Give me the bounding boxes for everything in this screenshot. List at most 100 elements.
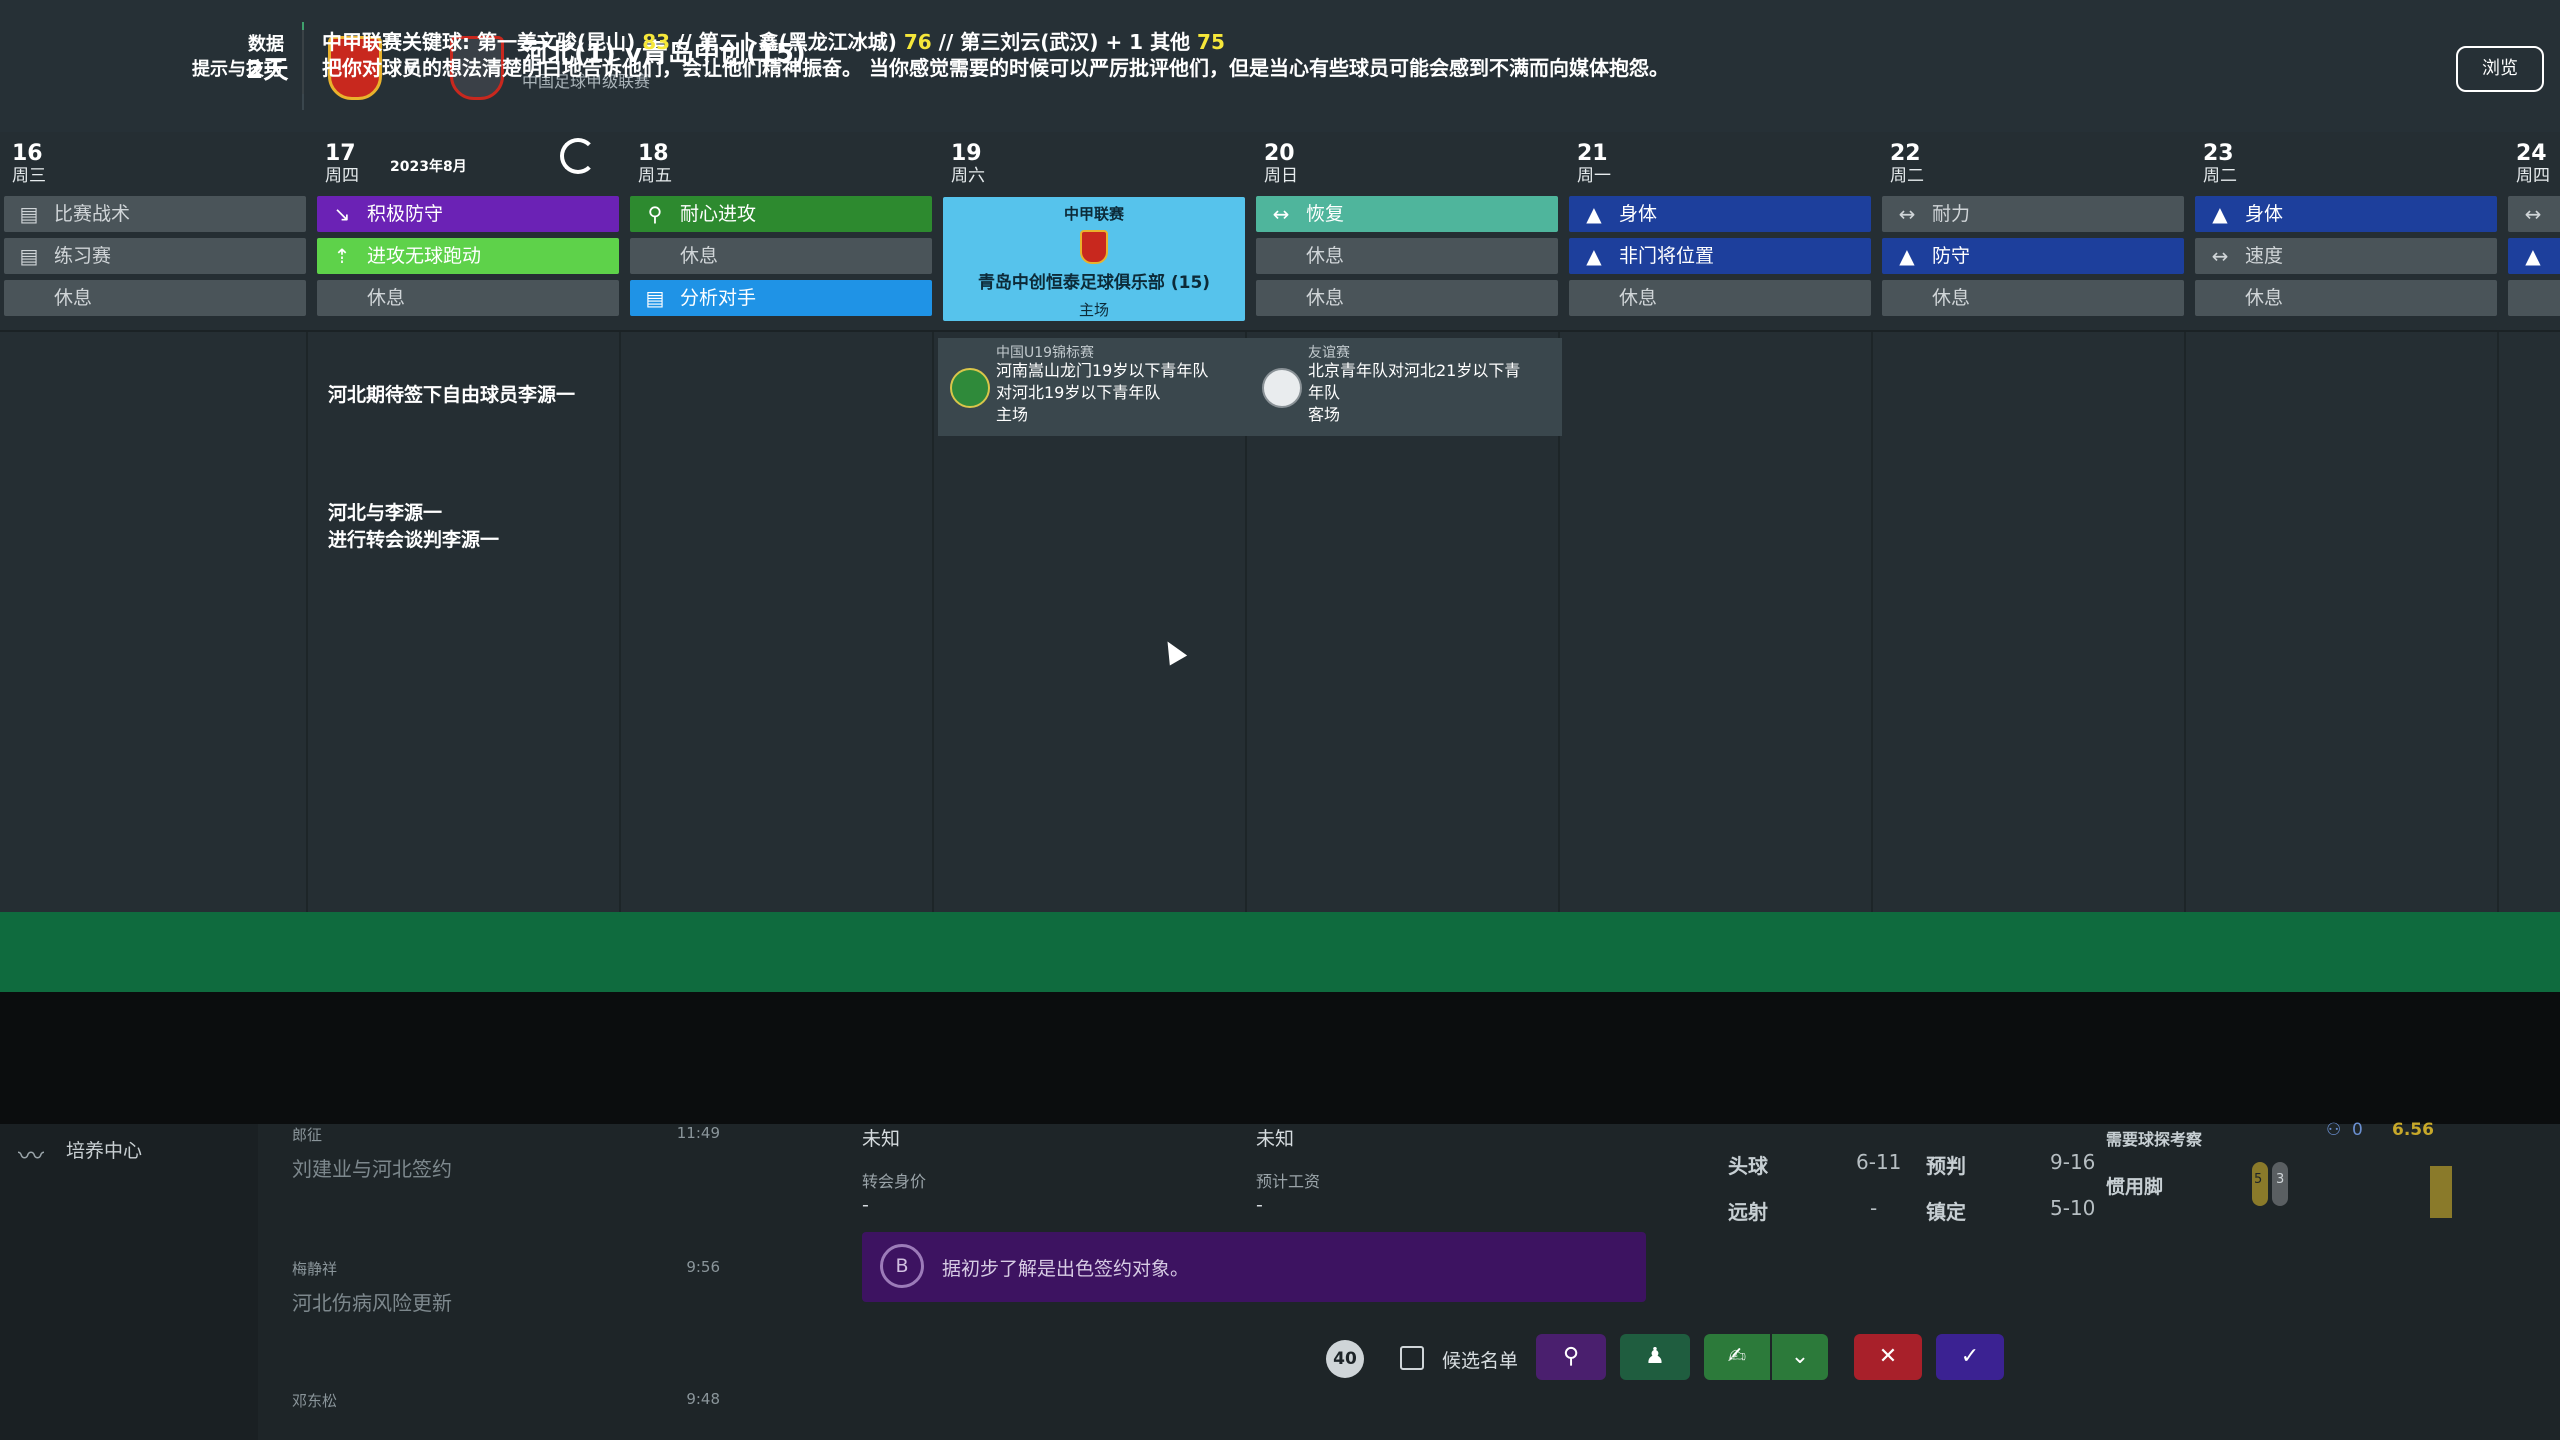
day-weekday: 周二 bbox=[1890, 166, 1924, 186]
nav-item-development[interactable]: 培养中心 bbox=[66, 1136, 142, 1163]
day-column-body bbox=[1878, 332, 2186, 912]
scouts-count: 0 bbox=[2352, 1120, 2363, 1140]
match-venue: 主场 bbox=[1078, 301, 1109, 319]
clipboard-icon: ▤ bbox=[19, 244, 39, 268]
training-session[interactable]: ↔ bbox=[2508, 196, 2560, 232]
training-session[interactable]: 休息 bbox=[317, 280, 619, 316]
training-session[interactable]: ⚲ 耐心进攻 bbox=[630, 196, 932, 232]
training-session[interactable]: ▲ 防守 bbox=[1882, 238, 2184, 274]
match-card[interactable]: 中甲联赛 青岛中创恒泰足球俱乐部 (15) 主场 bbox=[943, 197, 1245, 321]
session-label: 休息 bbox=[2245, 287, 2284, 309]
session-label: 防守 bbox=[1932, 245, 1971, 267]
ticker-segment: // 第二卜鑫(黑龙江冰城) bbox=[670, 30, 904, 54]
month-label: 2023年8月 bbox=[390, 159, 467, 175]
search-icon[interactable]: ⚲ bbox=[1536, 1334, 1606, 1380]
training-session[interactable]: ↔ 速度 bbox=[2195, 238, 2497, 274]
scout-icon[interactable]: ♟ bbox=[1620, 1334, 1690, 1380]
training-session[interactable]: 休息 bbox=[1569, 280, 1871, 316]
day-header: 19 周六 bbox=[951, 142, 985, 187]
training-session[interactable]: 休息 bbox=[1256, 280, 1558, 316]
news-item[interactable]: 进行转会谈判李源一 bbox=[328, 527, 499, 554]
shortlist-checkbox[interactable] bbox=[1400, 1346, 1424, 1370]
training-session[interactable]: ▤ 分析对手 bbox=[630, 280, 932, 316]
attribute-label: 预判 bbox=[1926, 1154, 1966, 1178]
team-badge-icon bbox=[1262, 368, 1302, 408]
left-foot-value: 5 bbox=[2254, 1172, 2263, 1187]
mail-time: 9:48 bbox=[686, 1390, 720, 1408]
scout-text: 据初步了解是出色签约对象。 bbox=[942, 1258, 1190, 1280]
training-session[interactable] bbox=[2508, 280, 2560, 316]
day-number: 21 bbox=[1577, 141, 1608, 166]
session-label: 休息 bbox=[1306, 245, 1345, 267]
inbox-item[interactable]: 邓东松 9:48 bbox=[292, 1390, 732, 1411]
training-session[interactable]: ⇡ 进攻无球跑动 bbox=[317, 238, 619, 274]
mail-sender: 郎征 bbox=[292, 1126, 323, 1144]
session-label: 休息 bbox=[1932, 287, 1971, 309]
inbox-item[interactable]: 郎征 11:49 刘建业与河北签约 bbox=[292, 1124, 732, 1182]
training-session[interactable]: 休息 bbox=[1882, 280, 2184, 316]
fixture-card[interactable]: 友谊赛 北京青年队对河北21岁以下青 年队 客场 bbox=[1250, 338, 1562, 436]
training-session[interactable]: ▲ 非门将位置 bbox=[1569, 238, 1871, 274]
training-session[interactable]: 休息 bbox=[4, 280, 306, 316]
offer-icon[interactable]: ✍ bbox=[1704, 1334, 1770, 1380]
attribute-value: 5-10 bbox=[2050, 1196, 2096, 1220]
day-number: 23 bbox=[2203, 141, 2234, 166]
day-column-body bbox=[2504, 332, 2560, 912]
day-column[interactable]: 23 周二 ▲ 身体 ↔ 速度 休息 bbox=[2191, 132, 2499, 912]
player-rating: 6.56 bbox=[2392, 1120, 2434, 1140]
browse-button[interactable]: 浏览 bbox=[2456, 46, 2544, 92]
ticker-segment: // 第三刘云(武汉) + 1 其他 bbox=[931, 30, 1198, 54]
training-session[interactable]: ↔ 耐力 bbox=[1882, 196, 2184, 232]
training-session[interactable]: ▲ bbox=[2508, 238, 2560, 274]
day-column[interactable]: 24 周四 ↔ ▲ bbox=[2504, 132, 2560, 912]
training-session[interactable]: ▲ 身体 bbox=[2195, 196, 2497, 232]
run-icon: ⇡ bbox=[333, 244, 351, 268]
check-icon[interactable]: ✓ bbox=[1936, 1334, 2004, 1380]
training-session[interactable]: 休息 bbox=[1256, 238, 1558, 274]
wage-label: 预计工资 bbox=[1256, 1172, 1321, 1191]
close-icon[interactable]: ✕ bbox=[1854, 1334, 1922, 1380]
cone-icon: ▲ bbox=[2525, 244, 2541, 268]
training-session[interactable]: 休息 bbox=[2195, 280, 2497, 316]
training-session[interactable]: ↔ 恢复 bbox=[1256, 196, 1558, 232]
match-opponent: 青岛中创恒泰足球俱乐部 (15) bbox=[977, 273, 1211, 293]
arrows-icon: ↔ bbox=[1272, 202, 1290, 226]
training-session[interactable]: ↘ 积极防守 bbox=[317, 196, 619, 232]
scout-grade-badge: B bbox=[880, 1244, 924, 1288]
training-session[interactable]: 休息 bbox=[630, 238, 932, 274]
day-header: 20 周日 bbox=[1264, 142, 1298, 187]
inbox-item[interactable]: 梅静祥 9:56 河北伤病风险更新 bbox=[292, 1258, 732, 1316]
team-badge-icon bbox=[950, 368, 990, 408]
day-column[interactable]: 18 周五 ⚲ 耐心进攻 休息 ▤ 分析对手 bbox=[626, 132, 934, 912]
news-item[interactable]: 河北与李源一 bbox=[328, 500, 442, 527]
training-session[interactable]: ▤ 练习赛 bbox=[4, 238, 306, 274]
day-weekday: 周三 bbox=[12, 166, 46, 186]
tips-divider bbox=[302, 30, 304, 94]
session-label: 分析对手 bbox=[680, 287, 757, 309]
preferred-foot-label: 惯用脚 bbox=[2106, 1176, 2164, 1198]
day-column-body bbox=[1565, 332, 1873, 912]
shortlist-label[interactable]: 候选名单 bbox=[1442, 1346, 1518, 1373]
session-label: 休息 bbox=[680, 245, 719, 267]
day-column[interactable]: 20 周日 ↔ 恢复 休息 休息 bbox=[1252, 132, 1560, 912]
tips-label: 提示与技巧 bbox=[192, 59, 282, 80]
chevron-down-icon[interactable]: ⌄ bbox=[1772, 1334, 1828, 1380]
session-label: 耐力 bbox=[1932, 203, 1971, 225]
day-column[interactable]: 16 周三 ▤ 比赛战术 ▤ 练习赛 休息 bbox=[0, 132, 308, 912]
training-session[interactable]: ▲ 身体 bbox=[1569, 196, 1871, 232]
news-item[interactable]: 河北期待签下自由球员李源一 bbox=[328, 382, 575, 409]
day-header: 17 周四 bbox=[325, 142, 359, 187]
cone-icon: ▲ bbox=[1899, 244, 1915, 268]
fixture-line: 北京青年队对河北21岁以下青 bbox=[1308, 361, 1521, 380]
data-ticker-text[interactable]: 中甲联赛关键球: 第一姜文骏(昆山) 83 // 第二卜鑫(黑龙江冰城) 76 … bbox=[322, 26, 1225, 55]
ticker-value: 76 bbox=[903, 30, 932, 54]
day-number: 18 bbox=[638, 141, 669, 166]
scout-needed-label: 需要球探考察 bbox=[2106, 1130, 2203, 1149]
day-column[interactable]: 22 周二 ↔ 耐力 ▲ 防守 休息 bbox=[1878, 132, 2186, 912]
day-column[interactable]: 19 周六 中甲联赛 青岛中创恒泰足球俱乐部 (15) 主场 bbox=[939, 132, 1247, 912]
session-label: 进攻无球跑动 bbox=[367, 245, 482, 267]
training-session[interactable]: ▤ 比赛战术 bbox=[4, 196, 306, 232]
fixture-card[interactable]: 中国U19锦标赛 河南嵩山龙门19岁以下青年队 对河北19岁以下青年队 主场 bbox=[938, 338, 1250, 436]
fixture-competition: 友谊赛 bbox=[1308, 345, 1350, 361]
day-column[interactable]: 21 周一 ▲ 身体 ▲ 非门将位置 休息 bbox=[1565, 132, 1873, 912]
